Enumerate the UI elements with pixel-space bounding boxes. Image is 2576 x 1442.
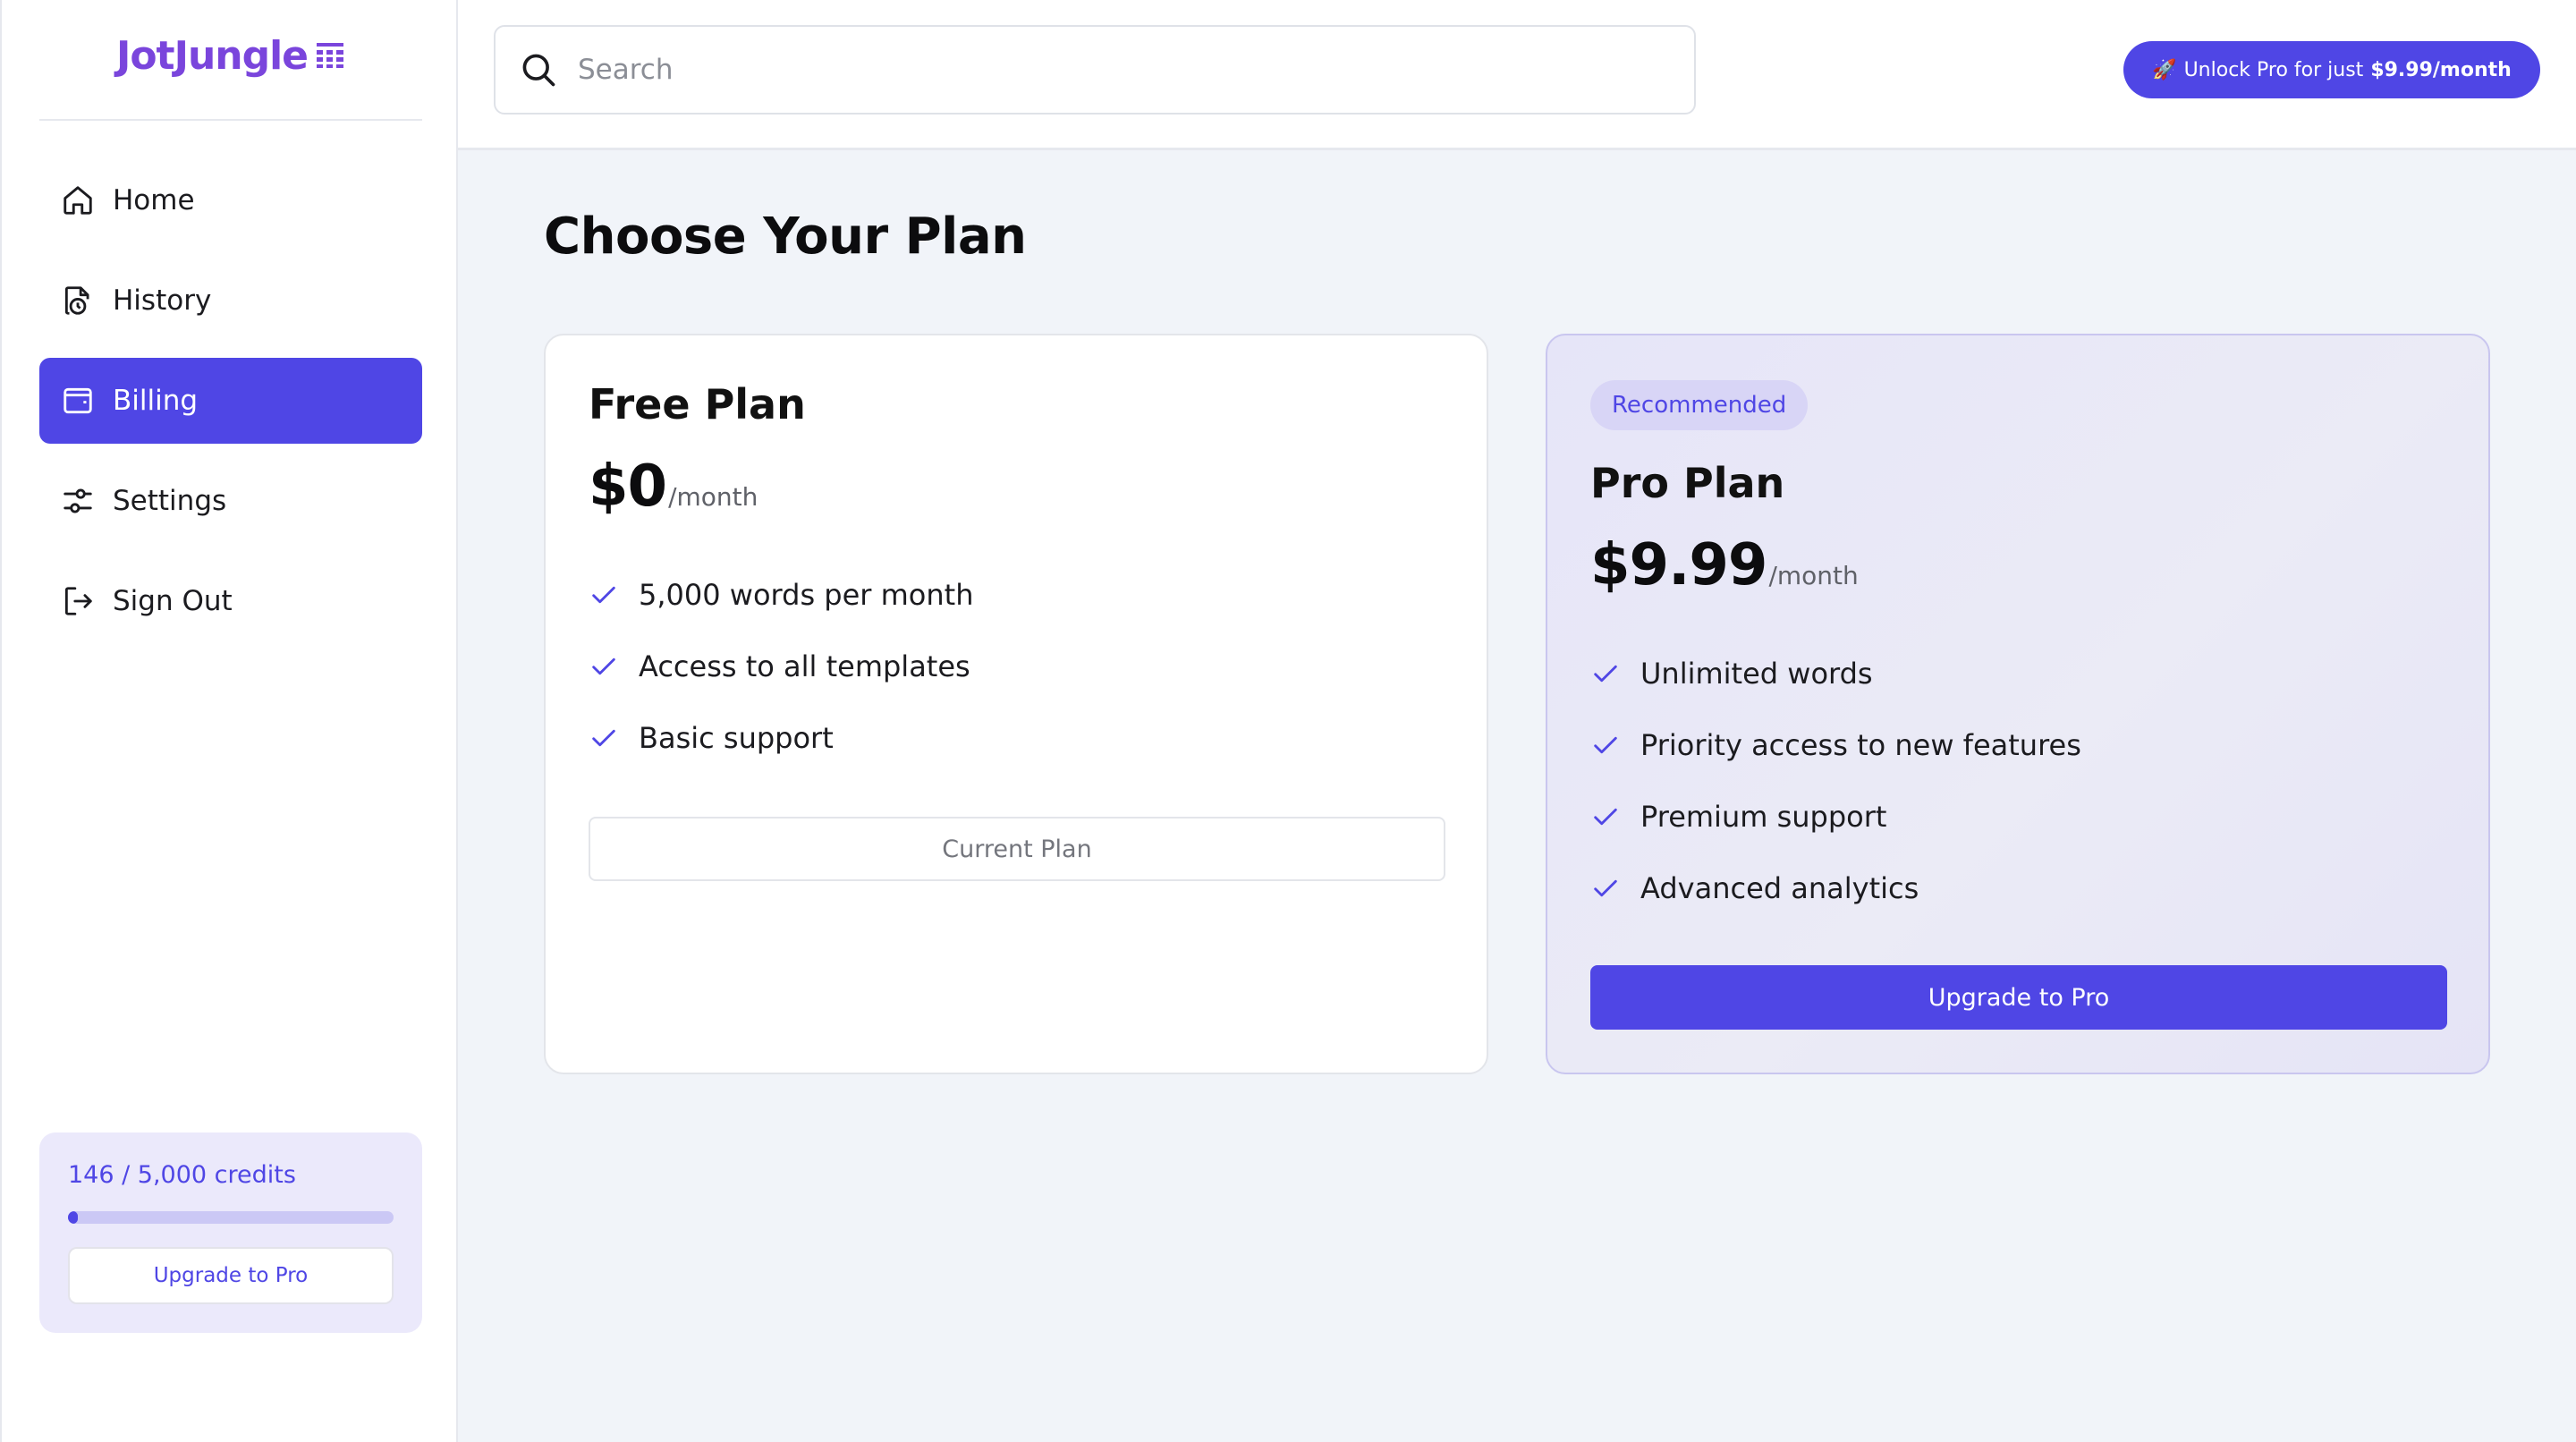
check-icon bbox=[592, 657, 615, 675]
feature-text: Access to all templates bbox=[639, 649, 970, 683]
sidebar-item-label: Settings bbox=[113, 485, 227, 517]
rocket-icon: 🚀 bbox=[2152, 58, 2177, 81]
feature-item: 5,000 words per month bbox=[589, 559, 973, 631]
plan-name: Pro Plan bbox=[1590, 459, 1785, 507]
pro-plan-card: Recommended Pro Plan $9.99 /month Unlimi… bbox=[1546, 334, 2490, 1074]
upgrade-to-pro-button[interactable]: Upgrade to Pro bbox=[1590, 965, 2447, 1030]
check-icon bbox=[592, 729, 615, 747]
credits-progress-bar bbox=[68, 1211, 394, 1224]
credits-card: 146 / 5,000 credits Upgrade to Pro bbox=[39, 1132, 422, 1333]
free-plan-card: Free Plan $0 /month 5,000 words per mont… bbox=[544, 334, 1488, 1074]
feature-item: Unlimited words bbox=[1590, 638, 2081, 709]
credits-count: 146 / 5,000 credits bbox=[68, 1161, 296, 1189]
sidebar-upgrade-button[interactable]: Upgrade to Pro bbox=[68, 1247, 394, 1304]
app-name: JotJungle bbox=[115, 32, 309, 79]
check-icon bbox=[592, 586, 615, 604]
feature-item: Advanced analytics bbox=[1590, 852, 2081, 924]
feature-list: Unlimited words Priority access to new f… bbox=[1590, 638, 2081, 924]
unlock-pro-price: $9.99/month bbox=[2370, 58, 2512, 81]
sidebar-divider bbox=[39, 119, 422, 121]
logo-grid-icon bbox=[317, 43, 344, 68]
search-box[interactable] bbox=[494, 25, 1696, 115]
page-title: Choose Your Plan bbox=[544, 208, 1027, 266]
search-icon bbox=[522, 54, 555, 87]
feature-text: 5,000 words per month bbox=[639, 578, 974, 612]
feature-list: 5,000 words per month Access to all temp… bbox=[589, 559, 973, 774]
feature-item: Access to all templates bbox=[589, 631, 973, 702]
check-icon bbox=[1594, 665, 1617, 683]
price-period: /month bbox=[668, 482, 758, 512]
sidebar-item-label: Sign Out bbox=[113, 585, 233, 617]
feature-text: Unlimited words bbox=[1640, 657, 1873, 691]
price-amount: $9.99 bbox=[1590, 532, 1767, 598]
app-root: JotJungle Home History Billing Settings … bbox=[0, 0, 2576, 1442]
feature-text: Basic support bbox=[639, 721, 834, 755]
sidebar-nav: Home History Billing Settings Sign Out bbox=[39, 157, 422, 658]
sidebar: JotJungle Home History Billing Settings … bbox=[0, 0, 458, 1442]
credits-progress-fill bbox=[68, 1211, 78, 1224]
sidebar-item-settings[interactable]: Settings bbox=[39, 458, 422, 544]
sidebar-item-sign-out[interactable]: Sign Out bbox=[39, 558, 422, 644]
history-icon bbox=[61, 284, 95, 318]
search-input[interactable] bbox=[578, 54, 1651, 86]
home-icon bbox=[61, 183, 95, 217]
feature-item: Priority access to new features bbox=[1590, 709, 2081, 781]
unlock-pro-button[interactable]: 🚀 Unlock Pro for just $9.99/month bbox=[2123, 41, 2540, 98]
sidebar-item-history[interactable]: History bbox=[39, 258, 422, 344]
feature-text: Priority access to new features bbox=[1640, 728, 2081, 762]
price-amount: $0 bbox=[589, 454, 667, 520]
sidebar-item-label: Billing bbox=[113, 385, 199, 417]
recommended-badge: Recommended bbox=[1590, 380, 1809, 430]
feature-item: Basic support bbox=[589, 702, 973, 774]
sidebar-item-label: Home bbox=[113, 184, 195, 216]
check-icon bbox=[1594, 736, 1617, 754]
feature-text: Advanced analytics bbox=[1640, 871, 1919, 905]
sidebar-item-home[interactable]: Home bbox=[39, 157, 422, 243]
check-icon bbox=[1594, 808, 1617, 826]
sidebar-item-billing[interactable]: Billing bbox=[39, 358, 422, 444]
sliders-icon bbox=[61, 484, 95, 518]
check-icon bbox=[1594, 879, 1617, 897]
plan-name: Free Plan bbox=[589, 380, 806, 428]
unlock-pro-text: Unlock Pro for just bbox=[2183, 58, 2364, 81]
feature-item: Premium support bbox=[1590, 781, 2081, 852]
current-plan-button[interactable]: Current Plan bbox=[589, 817, 1445, 881]
app-logo[interactable]: JotJungle bbox=[2, 27, 460, 84]
top-bar: 🚀 Unlock Pro for just $9.99/month bbox=[458, 0, 2576, 150]
feature-text: Premium support bbox=[1640, 800, 1887, 834]
plan-price: $9.99 /month bbox=[1590, 532, 1859, 598]
plan-price: $0 /month bbox=[589, 454, 758, 520]
wallet-icon bbox=[61, 384, 95, 418]
sidebar-item-label: History bbox=[113, 284, 212, 317]
price-period: /month bbox=[1768, 561, 1859, 590]
sign-out-icon bbox=[61, 584, 95, 618]
